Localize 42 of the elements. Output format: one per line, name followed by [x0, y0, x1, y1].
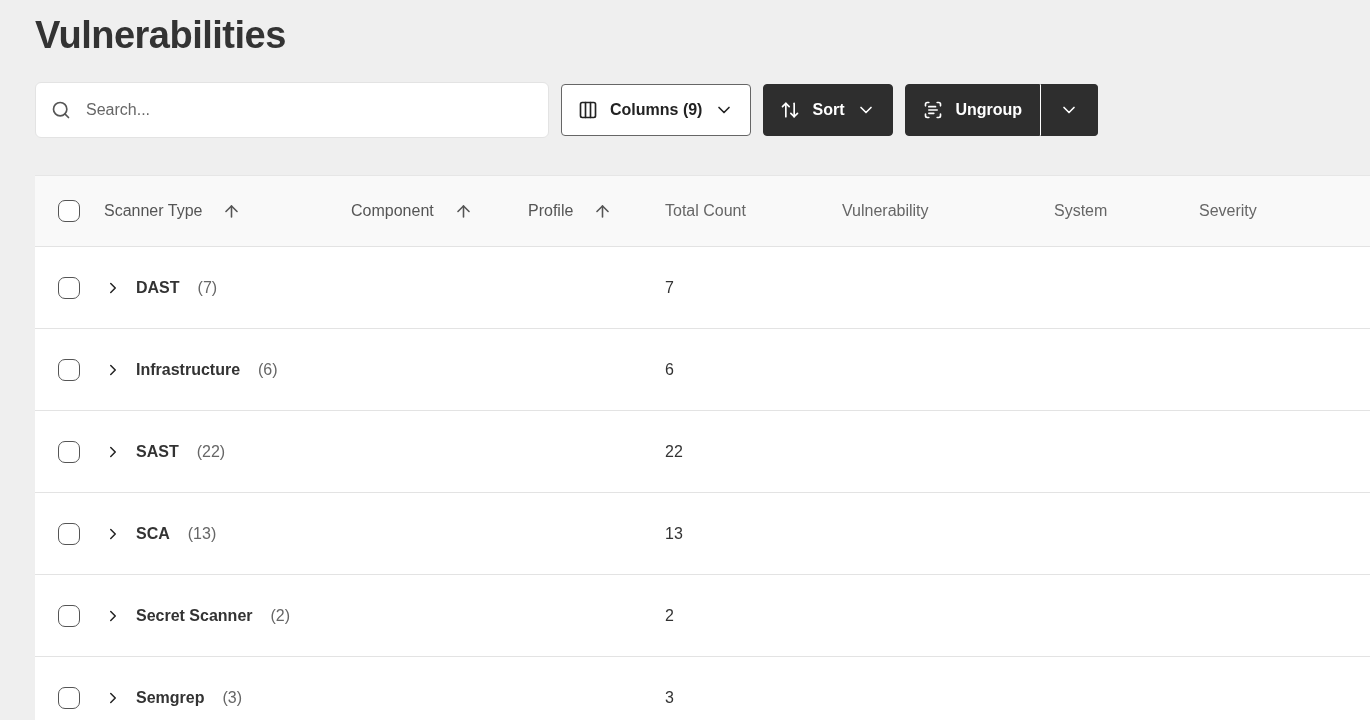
- table-cell-text: 7: [665, 278, 675, 297]
- column-header[interactable]: Profile: [528, 202, 574, 220]
- select-all-checkbox[interactable]: [58, 200, 80, 222]
- ungroup-icon: [923, 100, 944, 120]
- group-count: (3): [222, 688, 243, 707]
- row-checkbox[interactable]: [58, 440, 80, 463]
- column-header[interactable]: Scanner Type: [104, 202, 203, 220]
- sort-button[interactable]: Sort: [763, 84, 894, 136]
- page-title: Vulnerabilities: [35, 13, 287, 58]
- column-header[interactable]: System: [1054, 202, 1108, 220]
- group-name: Secret Scanner: [136, 606, 253, 625]
- column-header[interactable]: Severity: [1199, 202, 1257, 220]
- group-count: (2): [270, 606, 291, 625]
- table-cell-text: 6: [665, 360, 675, 379]
- column-header[interactable]: Component: [351, 202, 434, 220]
- group-name: Semgrep: [136, 688, 205, 707]
- table-cell-text: 22: [665, 442, 684, 461]
- row-checkbox[interactable]: [58, 686, 80, 709]
- group-count: (13): [187, 524, 217, 543]
- row-checkbox[interactable]: [58, 358, 80, 381]
- column-header[interactable]: Total Count: [665, 202, 746, 220]
- group-name: SAST: [136, 442, 179, 461]
- table-cell-text: 2: [665, 606, 675, 625]
- group-count: (22): [196, 442, 226, 461]
- row-checkbox[interactable]: [58, 604, 80, 627]
- table-cell-text: 3: [665, 688, 675, 707]
- column-header[interactable]: Vulnerability: [842, 202, 929, 220]
- group-name: Infrastructure: [136, 360, 241, 379]
- group-name: SCA: [136, 524, 170, 543]
- columns-icon: [578, 100, 598, 120]
- row-checkbox[interactable]: [58, 522, 80, 545]
- group-count: (6): [258, 360, 278, 379]
- group-count: (7): [197, 278, 218, 297]
- columns-button[interactable]: Columns (9): [561, 84, 752, 136]
- table-cell-text: 13: [665, 524, 684, 543]
- row-checkbox[interactable]: [58, 276, 80, 299]
- group-name: DAST: [136, 278, 180, 297]
- search-icon: [51, 100, 71, 120]
- sort-icon: [780, 100, 801, 120]
- search-field[interactable]: Search...: [35, 82, 549, 138]
- ungroup-button[interactable]: Ungroup: [905, 84, 1041, 136]
- dropdown-button[interactable]: [1040, 84, 1099, 136]
